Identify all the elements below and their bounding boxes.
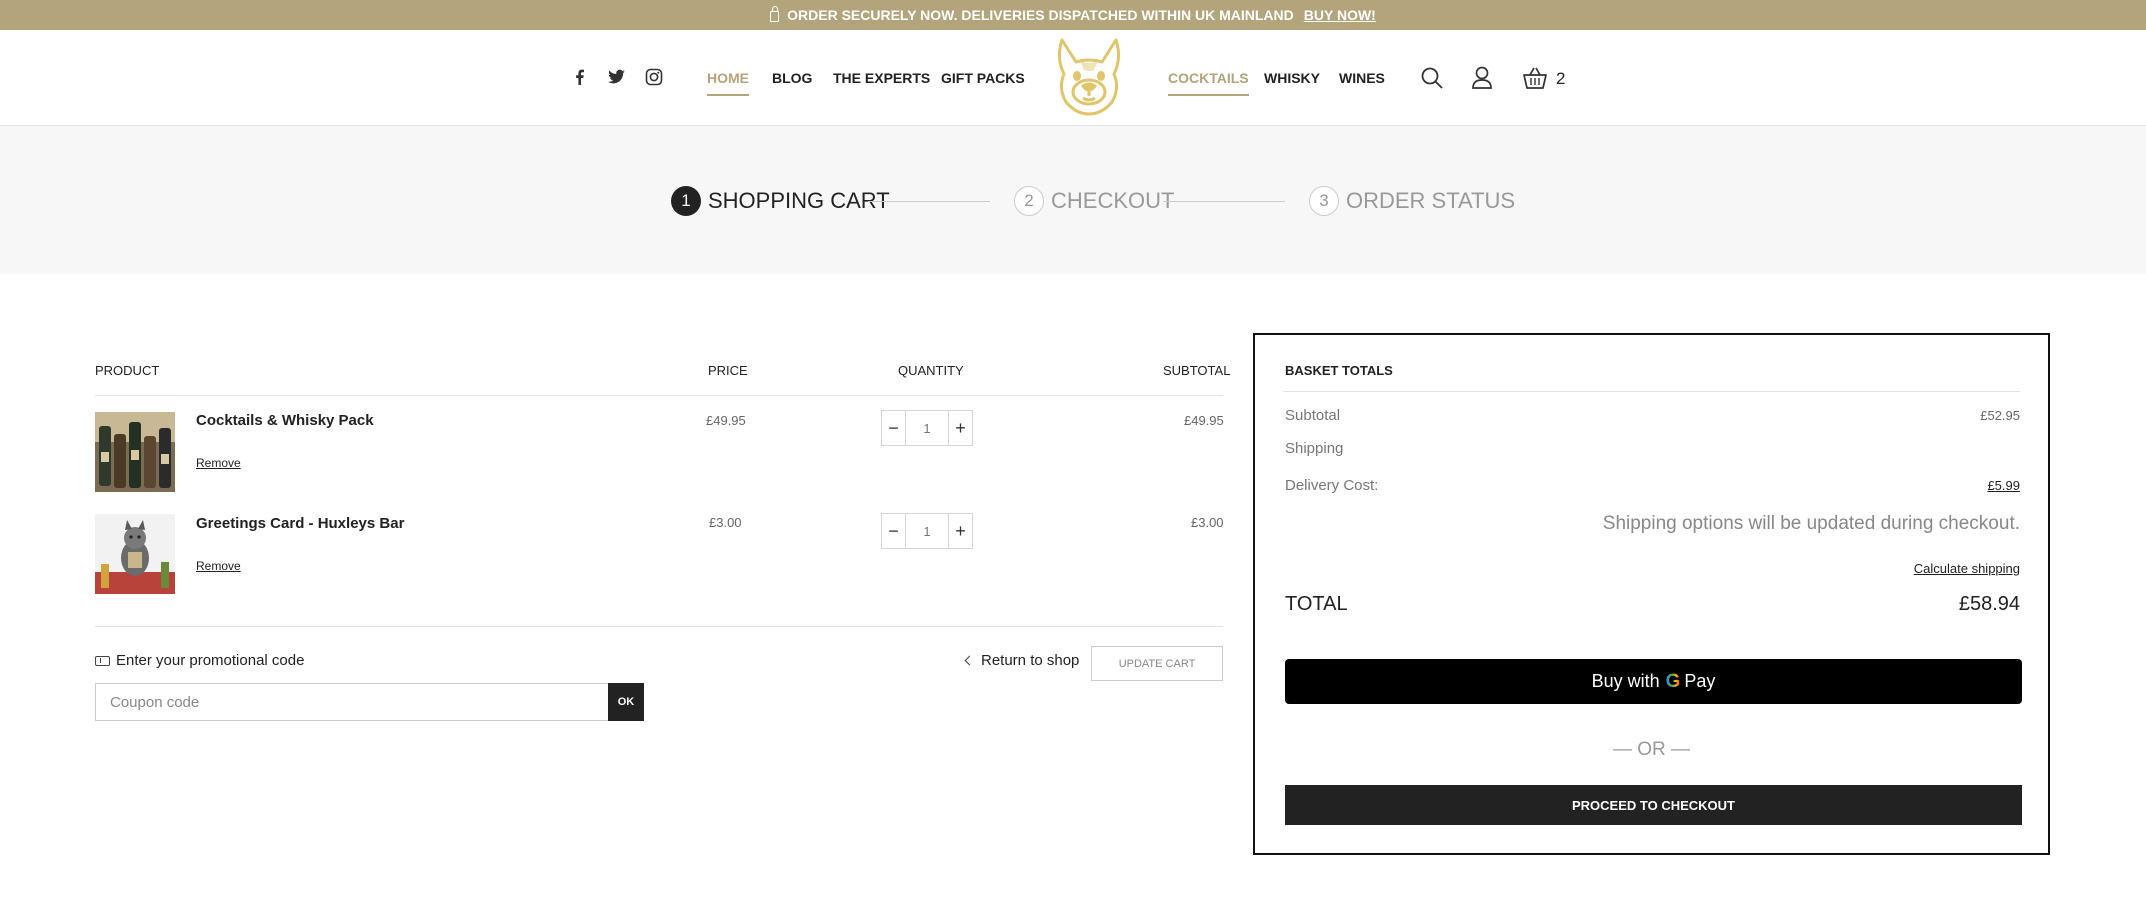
remove-item-link[interactable]: Remove (196, 559, 241, 573)
delivery-cost-label: Delivery Cost: (1285, 477, 1379, 494)
nav-gift-packs[interactable]: GIFT PACKS (941, 70, 1025, 86)
gpay-prefix: Buy with (1591, 671, 1660, 691)
checkout-steps: 1 SHOPPING CART 2 CHECKOUT 3 ORDER STATU… (0, 126, 2146, 274)
increase-qty-button[interactable]: + (948, 514, 972, 548)
site-logo[interactable] (1050, 36, 1128, 118)
total-value: £58.94 (1958, 593, 2020, 615)
step-checkout: CHECKOUT (1051, 188, 1175, 213)
basket-icon[interactable] (1522, 66, 1548, 95)
totals-divider (1283, 391, 2020, 392)
table-divider (95, 395, 1223, 396)
item-price: £3.00 (709, 515, 742, 530)
or-separator: — OR — (1612, 739, 1691, 760)
decrease-qty-button[interactable]: − (882, 411, 906, 445)
nav-blog[interactable]: BLOG (772, 70, 812, 86)
product-name[interactable]: Cocktails & Whisky Pack (196, 412, 374, 429)
increase-qty-button[interactable]: + (948, 411, 972, 445)
promo-label-text: Enter your promotional code (116, 652, 305, 669)
account-icon[interactable] (1471, 66, 1493, 95)
shipping-note: Shipping options will be updated during … (1602, 513, 2020, 534)
col-product: PRODUCT (95, 363, 160, 378)
nav-the-experts[interactable]: THE EXPERTS (833, 70, 930, 86)
decrease-qty-button[interactable]: − (882, 514, 906, 548)
item-price: £49.95 (706, 413, 746, 428)
qty-value[interactable]: 1 (906, 411, 948, 445)
facebook-icon[interactable] (571, 68, 589, 86)
ticket-icon (95, 655, 110, 666)
coupon-input[interactable]: Coupon code (95, 683, 609, 721)
qty-value[interactable]: 1 (906, 514, 948, 548)
update-cart-button[interactable]: UPDATE CART (1091, 646, 1223, 681)
total-label: TOTAL (1285, 593, 1348, 615)
subtotal-label: Subtotal (1285, 407, 1341, 424)
chevron-left-icon (964, 655, 975, 666)
quantity-stepper[interactable]: − 1 + (881, 513, 973, 549)
nav-whisky[interactable]: WHISKY (1264, 70, 1320, 86)
product-image-greetings-card[interactable] (95, 514, 175, 594)
step-divider (1163, 201, 1285, 202)
apply-coupon-button[interactable]: OK (608, 683, 644, 721)
google-pay-button[interactable]: Buy with G Pay (1285, 659, 2022, 704)
step-2-number: 2 (1014, 186, 1044, 216)
twitter-icon[interactable] (607, 68, 626, 86)
nav-cocktails[interactable]: COCKTAILS (1168, 70, 1249, 96)
remove-item-link[interactable]: Remove (196, 456, 241, 470)
return-to-shop-link[interactable]: Return to shop (964, 652, 1080, 669)
col-subtotal: SUBTOTAL (1163, 363, 1231, 378)
gpay-suffix: Pay (1684, 671, 1716, 691)
step-order-status: ORDER STATUS (1346, 188, 1516, 213)
table-divider (95, 626, 1223, 627)
nav-home[interactable]: HOME (707, 70, 749, 96)
step-3-number: 3 (1309, 186, 1339, 216)
search-icon[interactable] (1420, 66, 1444, 95)
col-quantity: QUANTITY (898, 363, 964, 378)
proceed-to-checkout-button[interactable]: PROCEED TO CHECKOUT (1285, 785, 2022, 825)
nav-wines[interactable]: WINES (1339, 70, 1385, 86)
subtotal-value: £52.95 (1980, 408, 2020, 423)
site-header: HOME BLOG THE EXPERTS GIFT PACKS COCKTAI… (0, 30, 2146, 126)
shipping-label: Shipping (1285, 440, 1344, 457)
instagram-icon[interactable] (645, 68, 663, 86)
item-subtotal: £49.95 (1184, 413, 1224, 428)
step-divider (868, 201, 990, 202)
return-label: Return to shop (981, 652, 1080, 669)
calculate-shipping-link[interactable]: Calculate shipping (1914, 561, 2020, 576)
basket-count: 2 (1556, 69, 1566, 88)
col-price: PRICE (708, 363, 748, 378)
item-subtotal: £3.00 (1191, 515, 1224, 530)
step-shopping-cart: SHOPPING CART (708, 188, 890, 213)
buy-now-link[interactable]: BUY NOW! (1304, 7, 1376, 23)
basket-totals-panel: BASKET TOTALS Subtotal £52.95 Shipping D… (1253, 333, 2050, 855)
step-1-number: 1 (671, 186, 701, 216)
product-name[interactable]: Greetings Card - Huxleys Bar (196, 515, 404, 532)
lock-icon (770, 5, 780, 22)
quantity-stepper[interactable]: − 1 + (881, 410, 973, 446)
product-image-cocktails[interactable] (95, 412, 175, 492)
promo-code-label: Enter your promotional code (95, 652, 304, 669)
basket-totals-title: BASKET TOTALS (1285, 363, 1393, 378)
announcement-text: ORDER SECURELY NOW. DELIVERIES DISPATCHE… (787, 7, 1294, 23)
announcement-bar: ORDER SECURELY NOW. DELIVERIES DISPATCHE… (0, 0, 2146, 30)
google-g-icon: G (1665, 670, 1681, 692)
delivery-cost-value: £5.99 (1987, 478, 2020, 493)
